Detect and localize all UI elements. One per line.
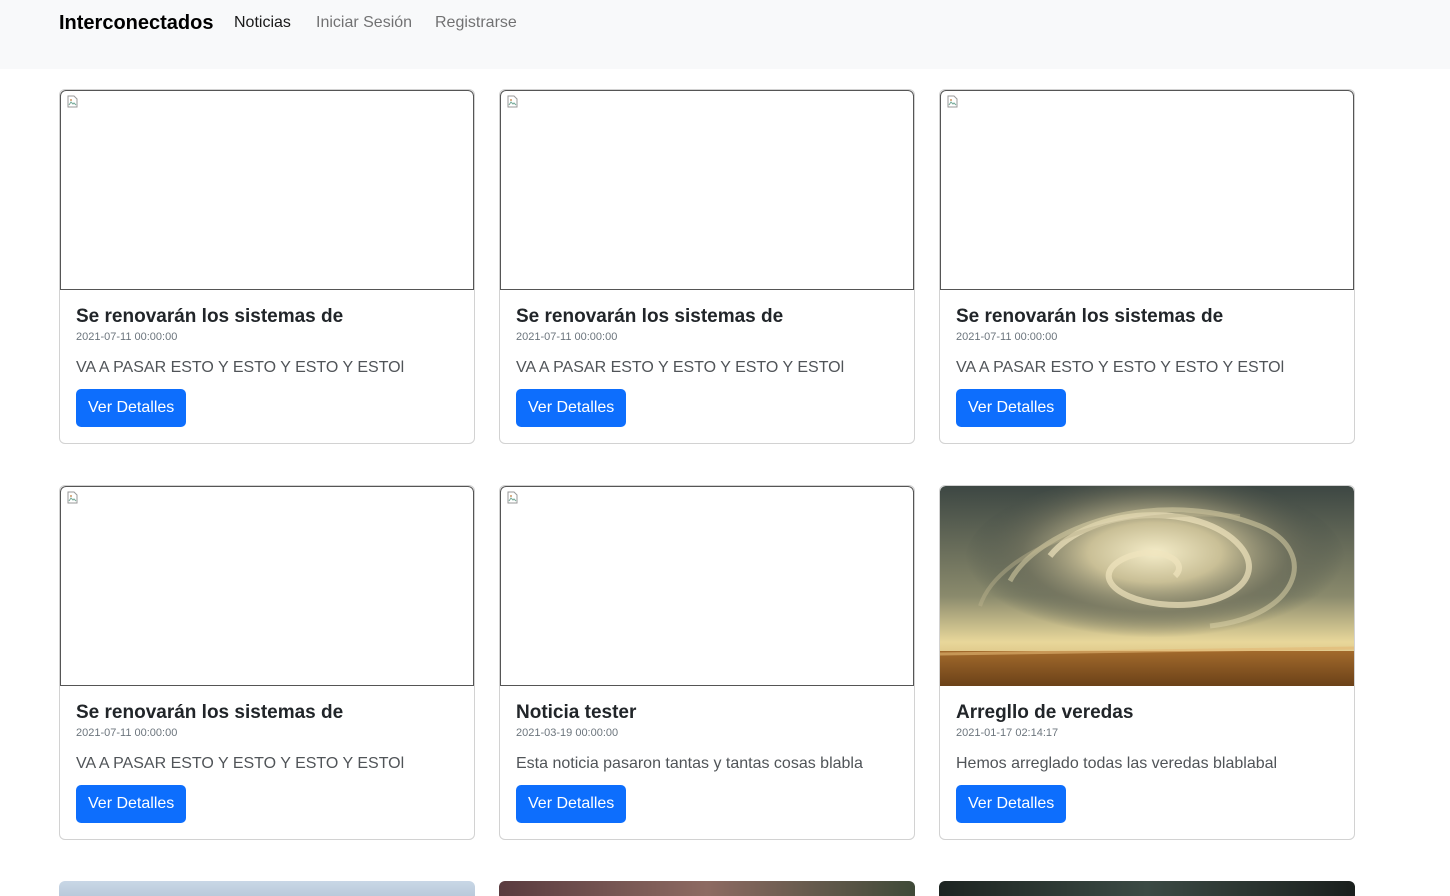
card-image — [500, 486, 914, 686]
news-card: Se renovarán los sistemas de 2021-07-11 … — [939, 89, 1355, 444]
card-text: VA A PASAR ESTO Y ESTO Y ESTO Y ESTOl — [76, 755, 405, 772]
card-date: 2021-03-19 00:00:00 — [516, 727, 619, 739]
ver-detalles-button[interactable]: Ver Detalles — [516, 389, 627, 427]
broken-image-icon — [507, 491, 518, 504]
card-title: Noticia tester — [516, 702, 637, 723]
card-title: Se renovarán los sistemas de — [516, 306, 784, 327]
card-body: Se renovarán los sistemas de 2021-07-11 … — [956, 306, 1338, 378]
nav-link-registrarse[interactable]: Registrarse — [435, 13, 517, 33]
ver-detalles-button[interactable]: Ver Detalles — [956, 785, 1067, 823]
ver-detalles-button[interactable]: Ver Detalles — [76, 785, 187, 823]
card-date: 2021-07-11 00:00:00 — [956, 331, 1058, 343]
broken-image-icon — [67, 491, 78, 504]
news-card: Se renovarán los sistemas de 2021-07-11 … — [59, 485, 475, 840]
card-image — [60, 90, 474, 290]
card-image — [940, 90, 1354, 290]
card-body: Se renovarán los sistemas de 2021-07-11 … — [516, 306, 898, 378]
broken-image-icon — [507, 95, 518, 108]
card-title: Se renovarán los sistemas de — [76, 306, 344, 327]
card-date: 2021-07-11 00:00:00 — [516, 331, 618, 343]
card-text: Hemos arreglado todas las veredas blabla… — [956, 755, 1278, 772]
card-title: Se renovarán los sistemas de — [956, 306, 1224, 327]
ver-detalles-button[interactable]: Ver Detalles — [956, 389, 1067, 427]
broken-image-icon — [947, 95, 958, 108]
card-date: 2021-07-11 00:00:00 — [76, 727, 178, 739]
card-text: VA A PASAR ESTO Y ESTO Y ESTO Y ESTOl — [76, 359, 405, 376]
nav-link-iniciar-sesion[interactable]: Iniciar Sesión — [316, 13, 412, 33]
ver-detalles-button[interactable]: Ver Detalles — [76, 389, 187, 427]
navbar: Interconectados Noticias Iniciar Sesión … — [0, 0, 1450, 69]
card-text: VA A PASAR ESTO Y ESTO Y ESTO Y ESTOl — [516, 359, 845, 376]
news-card: Se renovarán los sistemas de 2021-07-11 … — [59, 89, 475, 444]
card-body: Noticia tester 2021-03-19 00:00:00 Esta … — [516, 702, 898, 774]
storm-cloud-photo — [940, 486, 1354, 686]
news-card: Arregllo de veredas 2021-01-17 02:14:17 … — [939, 485, 1355, 840]
card-text: Esta noticia pasaron tantas y tantas cos… — [516, 755, 863, 772]
ver-detalles-button[interactable]: Ver Detalles — [516, 785, 627, 823]
card-title: Arregllo de veredas — [956, 702, 1134, 723]
news-card-partial — [499, 881, 915, 896]
nav-link-noticias[interactable]: Noticias — [234, 13, 291, 33]
news-card-partial — [59, 881, 475, 896]
card-body: Arregllo de veredas 2021-01-17 02:14:17 … — [956, 702, 1338, 774]
navbar-brand[interactable]: Interconectados — [59, 11, 213, 35]
card-image — [500, 90, 914, 290]
news-card: Noticia tester 2021-03-19 00:00:00 Esta … — [499, 485, 915, 840]
card-date: 2021-07-11 00:00:00 — [76, 331, 178, 343]
card-date: 2021-01-17 02:14:17 — [956, 727, 1059, 739]
card-body: Se renovarán los sistemas de 2021-07-11 … — [76, 306, 458, 378]
card-title: Se renovarán los sistemas de — [76, 702, 344, 723]
card-text: VA A PASAR ESTO Y ESTO Y ESTO Y ESTOl — [956, 359, 1285, 376]
news-card-partial — [939, 881, 1355, 896]
card-body: Se renovarán los sistemas de 2021-07-11 … — [76, 702, 458, 774]
broken-image-icon — [67, 95, 78, 108]
card-image — [60, 486, 474, 686]
news-card: Se renovarán los sistemas de 2021-07-11 … — [499, 89, 915, 444]
